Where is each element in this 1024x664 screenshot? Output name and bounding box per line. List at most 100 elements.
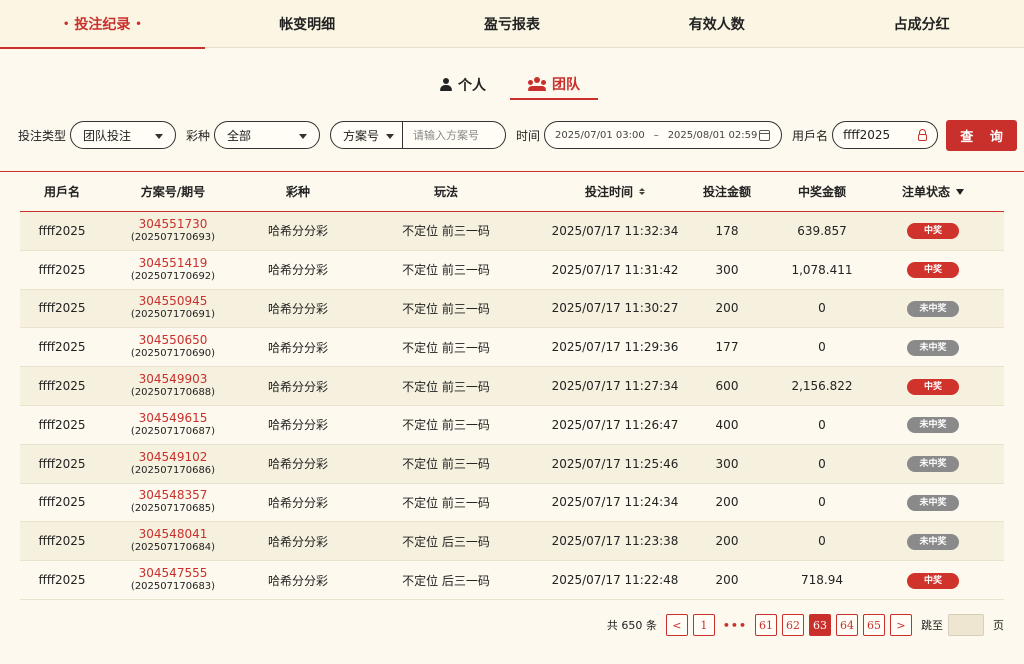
plan-number-link[interactable]: 304551419 (139, 256, 208, 270)
tab-top-0[interactable]: • 投注纪录 • (0, 0, 205, 49)
pagination-ellipsis[interactable]: ••• (720, 619, 750, 632)
cell-status: 未中奖 (882, 494, 984, 511)
tab-top-label: 占成分红 (893, 17, 950, 33)
cell-username: ffff2025 (38, 417, 86, 432)
status-badge: 未中奖 (907, 494, 959, 511)
page-number-button[interactable]: 64 (836, 614, 858, 636)
sort-icon[interactable] (639, 188, 645, 195)
bet-type-select[interactable]: 团队投注 (70, 121, 177, 149)
cell-play: 不定位 前三一码 (402, 263, 490, 278)
plan-number-link[interactable]: 304548357 (139, 489, 208, 502)
cell-plan: 304549615 (202507170687) (104, 411, 242, 438)
table-row[interactable]: ffff2025 304551730 (202507170693) 哈希分分彩 不定位 … (20, 212, 1004, 251)
cell-bet-time: 2025/07/17 11:27:34 (551, 379, 679, 394)
cell-username: ffff2025 (38, 534, 86, 549)
page-current-button[interactable]: 63 (809, 614, 831, 636)
plan-number-link[interactable]: 304549102 (139, 450, 208, 464)
chevron-down-icon (299, 134, 308, 139)
username-input[interactable]: ffff2025 (832, 121, 939, 149)
plan-number-link[interactable]: 304548041 (139, 528, 208, 541)
header-play: 玩法 (433, 185, 458, 199)
cell-lottery: 哈希分分彩 (267, 340, 328, 355)
tab-top-1[interactable]: 帐变明细 (205, 0, 410, 48)
table-row[interactable]: ffff2025 304549903 (202507170688) 哈希分分彩 不定位 … (20, 367, 1004, 406)
tab-top-3[interactable]: 有效人数 (614, 0, 819, 48)
page-number-button[interactable]: 65 (863, 614, 885, 636)
cell-plan: 304549102 (202507170686) (104, 450, 242, 477)
date-range-picker[interactable]: 2025/07/01 03:00 – 2025/08/01 02:59 (544, 121, 783, 149)
query-button[interactable]: 查 询 (946, 119, 1018, 151)
table-row[interactable]: ffff2025 304549615 (202507170687) 哈希分分彩 不定位 … (20, 405, 1004, 445)
header-win-amount: 中奖金额 (797, 185, 846, 199)
page-suffix: 页 (993, 619, 1004, 632)
page-first-button[interactable]: 1 (692, 614, 715, 636)
date-end: 2025/08/01 02:59 (667, 129, 758, 141)
tab-top-4[interactable]: 占成分红 (819, 0, 1024, 48)
bet-type-label: 投注类型 (18, 128, 67, 143)
bet-records-table: 用戶名 方案号/期号 彩种 玩法 投注时间 投注金额 中奖金额 注单状态 fff… (0, 171, 1024, 600)
cell-status: 中奖 (882, 378, 984, 395)
period-number: (202507170688) (130, 387, 216, 399)
cell-status: 未中奖 (882, 339, 984, 356)
plan-number-link[interactable]: 304550945 (139, 295, 208, 308)
calendar-icon (759, 130, 771, 141)
cell-play: 不定位 前三一码 (402, 495, 490, 510)
chevron-down-icon (155, 134, 164, 139)
cell-status: 中奖 (882, 222, 984, 240)
cell-lottery: 哈希分分彩 (267, 573, 328, 588)
tab-top-2[interactable]: 盈亏报表 (410, 0, 615, 48)
next-page-button[interactable]: > (890, 614, 912, 636)
cell-status: 未中奖 (882, 416, 984, 434)
table-row[interactable]: ffff2025 304548041 (202507170684) 哈希分分彩 不定位 … (20, 522, 1004, 562)
cell-bet-time: 2025/07/17 11:32:34 (551, 223, 679, 238)
plan-number-link[interactable]: 304547555 (139, 567, 208, 580)
cell-username: ffff2025 (38, 340, 86, 355)
cell-bet-time: 2025/07/17 11:30:27 (551, 301, 679, 316)
filter-icon[interactable] (956, 188, 964, 195)
page-number-button[interactable]: 62 (782, 614, 804, 636)
cell-lottery: 哈希分分彩 (267, 224, 328, 239)
cell-bet-amount: 300 (715, 262, 739, 277)
header-bet-time[interactable]: 投注时间 (538, 183, 692, 200)
lock-icon (918, 129, 928, 141)
cell-status: 未中奖 (882, 455, 984, 473)
lottery-select[interactable]: 全部 (214, 121, 321, 149)
plan-type-select[interactable]: 方案号 (331, 122, 404, 148)
active-dot-left: • (62, 18, 70, 30)
cell-win-amount: 1,078.411 (791, 262, 853, 277)
filter-bar: 投注类型 团队投注 彩种 全部 方案号 时间 2025/07/01 03:00 … (18, 119, 1018, 151)
cell-username: ffff2025 (38, 301, 86, 316)
plan-search-combo: 方案号 (330, 121, 507, 149)
team-icon (528, 77, 546, 91)
page-number-button[interactable]: 61 (755, 614, 777, 636)
cell-win-amount: 0 (818, 301, 826, 316)
table-row[interactable]: ffff2025 304549102 (202507170686) 哈希分分彩 不定位 … (20, 444, 1004, 484)
tab-team[interactable]: 团队 (510, 70, 598, 100)
plan-number-link[interactable]: 304550650 (139, 334, 208, 347)
plan-number-link[interactable]: 304549615 (139, 411, 208, 425)
cell-bet-amount: 200 (715, 495, 739, 510)
cell-username: ffff2025 (38, 495, 86, 510)
status-badge: 未中奖 (907, 339, 959, 356)
cell-win-amount: 718.94 (801, 573, 843, 588)
cell-win-amount: 2,156.822 (791, 379, 853, 394)
header-status[interactable]: 注单状态 (882, 183, 984, 200)
jump-page-input[interactable] (948, 614, 984, 636)
plan-number-link[interactable]: 304551730 (139, 217, 208, 231)
cell-bet-amount: 300 (715, 456, 739, 471)
table-row[interactable]: ffff2025 304547555 (202507170683) 哈希分分彩 不定位 … (20, 561, 1004, 600)
header-lottery: 彩种 (285, 185, 310, 199)
table-row[interactable]: ffff2025 304550650 (202507170690) 哈希分分彩 不定位 … (20, 328, 1004, 368)
prev-page-button[interactable]: < (665, 614, 688, 636)
cell-win-amount: 0 (818, 456, 826, 471)
cell-play: 不定位 前三一码 (402, 340, 490, 355)
plan-number-link[interactable]: 304549903 (139, 373, 208, 386)
table-row[interactable]: ffff2025 304551419 (202507170692) 哈希分分彩 不定位 … (20, 250, 1004, 290)
period-number: (202507170684) (130, 542, 216, 554)
cell-bet-time: 2025/07/17 11:22:48 (551, 573, 679, 588)
table-row[interactable]: ffff2025 304550945 (202507170691) 哈希分分彩 不定位 … (20, 289, 1004, 329)
plan-number-input[interactable] (403, 122, 502, 148)
cell-lottery: 哈希分分彩 (267, 379, 328, 394)
tab-personal[interactable]: 个人 (426, 70, 500, 100)
table-row[interactable]: ffff2025 304548357 (202507170685) 哈希分分彩 不定位 … (20, 483, 1004, 523)
